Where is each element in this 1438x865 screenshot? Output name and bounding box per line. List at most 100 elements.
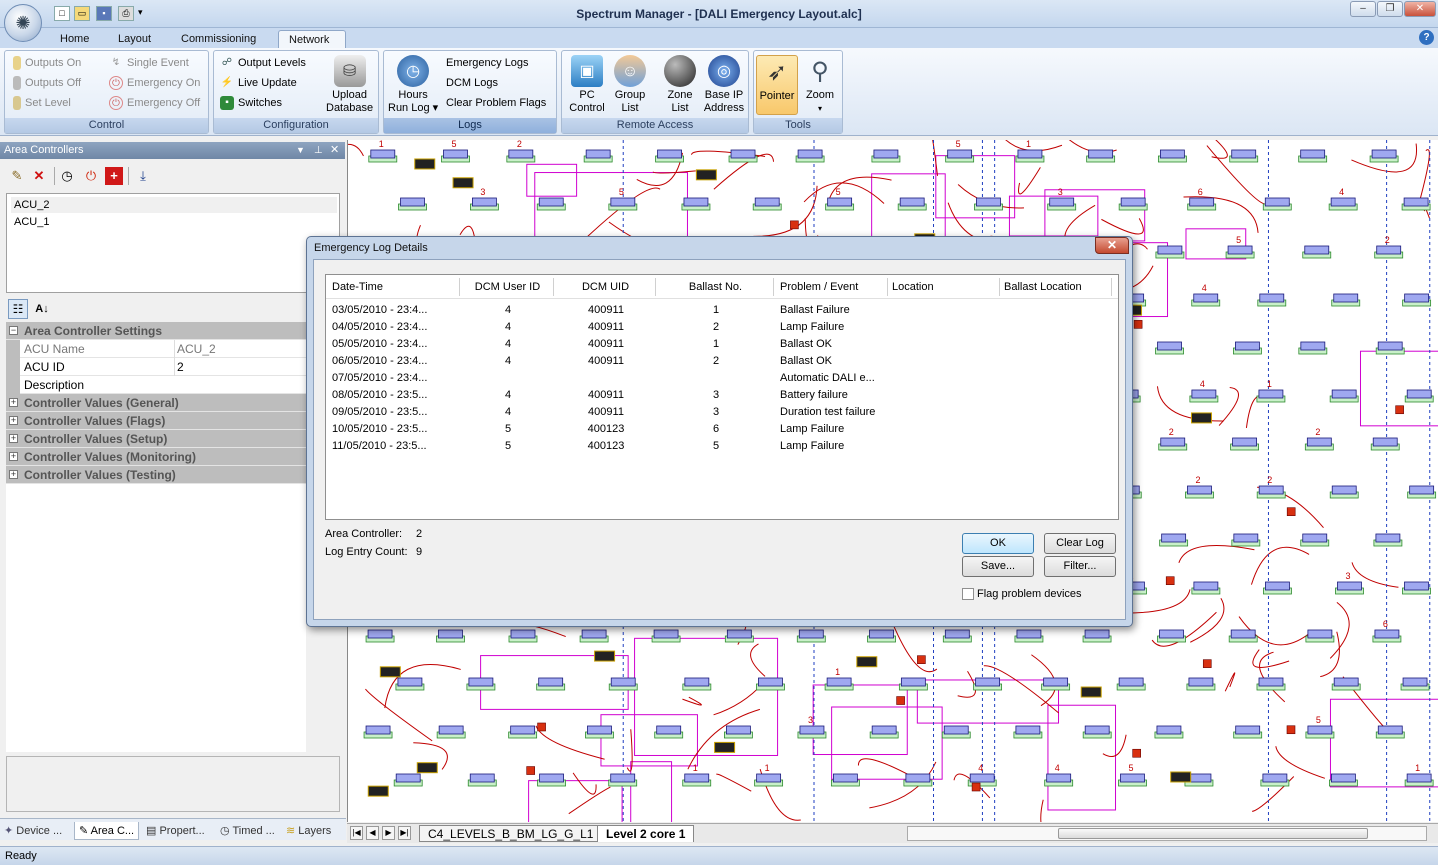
expand-icon[interactable]: +: [9, 416, 18, 425]
ok-button[interactable]: OK: [962, 533, 1034, 554]
quick-access-dropdown-icon[interactable]: ▾: [138, 7, 143, 18]
categorized-view-icon[interactable]: ☷: [8, 299, 28, 319]
tab-device[interactable]: ✦ Device ...: [4, 822, 62, 840]
clear-problem-flags-button[interactable]: Clear Problem Flags: [446, 93, 546, 113]
next-sheet-icon[interactable]: ▶: [382, 826, 395, 840]
tab-layout[interactable]: Layout: [108, 30, 161, 48]
sheet-tab-level-2-core-1[interactable]: Level 2 core 1: [597, 825, 695, 842]
table-row[interactable]: 05/05/2010 - 23:4... 4 400911 1 Ballast OK: [326, 336, 1118, 353]
maximize-icon[interactable]: ❐: [1377, 1, 1403, 17]
pin-icon[interactable]: ⊥: [314, 142, 323, 159]
table-row[interactable]: 03/05/2010 - 23:4... 4 400911 1 Ballast Fail…: [326, 302, 1118, 319]
collapse-icon[interactable]: −: [9, 326, 18, 335]
application-menu-button[interactable]: ✺: [4, 4, 42, 42]
base-ip-address-button[interactable]: ◎ Base IP Address: [702, 55, 746, 115]
emergency-on-button[interactable]: ⏻ Emergency On: [109, 73, 200, 93]
table-row[interactable]: 08/05/2010 - 23:5... 4 400911 3 Battery fail…: [326, 387, 1118, 404]
category-row[interactable]: + Controller Values (General): [6, 394, 306, 412]
medical-cross-icon[interactable]: +: [105, 167, 123, 185]
switches-button[interactable]: ▪ Switches: [220, 93, 306, 113]
outputs-on-button[interactable]: Outputs On: [13, 53, 81, 73]
table-row[interactable]: 06/05/2010 - 23:4... 4 400911 2 Ballast OK: [326, 353, 1118, 370]
set-level-button[interactable]: Set Level: [13, 93, 81, 113]
settings-category[interactable]: − Area Controller Settings: [6, 322, 306, 340]
tab-commissioning[interactable]: Commissioning: [171, 30, 266, 48]
table-row[interactable]: 07/05/2010 - 23:4... Automatic DALI e...: [326, 370, 1118, 387]
close-icon[interactable]: ✕: [1404, 1, 1436, 17]
column-header[interactable]: DCM UID: [556, 278, 656, 296]
tab-timed[interactable]: ◷ Timed ...: [220, 822, 275, 840]
help-icon[interactable]: ?: [1419, 30, 1434, 45]
prev-sheet-icon[interactable]: ◀: [366, 826, 379, 840]
column-header[interactable]: Problem / Event: [780, 278, 888, 296]
tab-home[interactable]: Home: [50, 30, 99, 48]
hours-run-log-button[interactable]: ◷ Hours Run Log ▾: [388, 55, 438, 115]
tab-properties[interactable]: ▤ Propert...: [146, 822, 205, 840]
dialog-close-icon[interactable]: ✕: [1095, 237, 1129, 254]
category-row[interactable]: + Controller Values (Monitoring): [6, 448, 306, 466]
panel-dropdown-icon[interactable]: ▼: [296, 142, 305, 159]
column-header[interactable]: Ballast Location: [1004, 278, 1112, 296]
clear-log-button[interactable]: Clear Log: [1044, 533, 1116, 554]
new-file-icon[interactable]: □: [54, 6, 70, 21]
group-list-button[interactable]: ☺ Group List: [610, 55, 650, 115]
outputs-off-button[interactable]: Outputs Off: [13, 73, 81, 93]
scrollbar-thumb[interactable]: [1058, 828, 1368, 839]
category-row[interactable]: + Controller Values (Flags): [6, 412, 306, 430]
tab-network[interactable]: Network: [278, 30, 346, 48]
pc-control-button[interactable]: ▣ PC Control: [566, 55, 608, 115]
emergency-logs-button[interactable]: Emergency Logs: [446, 53, 546, 73]
column-header[interactable]: Date-Time: [332, 278, 460, 296]
download-icon[interactable]: ⤓: [134, 167, 152, 185]
table-row[interactable]: 09/05/2010 - 23:5... 4 400911 3 Duration tes…: [326, 404, 1118, 421]
property-row[interactable]: ACU Name ACU_2: [6, 340, 306, 358]
column-header[interactable]: Ballast No.: [658, 278, 774, 296]
emergency-off-button[interactable]: ⏻ Emergency Off: [109, 93, 200, 113]
property-row[interactable]: ACU ID 2: [6, 358, 306, 376]
expand-icon[interactable]: +: [9, 398, 18, 407]
plan-mark: [1189, 197, 1215, 207]
last-sheet-icon[interactable]: ▶|: [398, 826, 411, 840]
table-row[interactable]: 04/05/2010 - 23:4... 4 400911 2 Lamp Failure: [326, 319, 1118, 336]
property-row[interactable]: Description: [6, 376, 306, 394]
category-row[interactable]: + Controller Values (Testing): [6, 466, 306, 484]
timer-icon[interactable]: ◷: [58, 167, 76, 185]
filter-button[interactable]: Filter...: [1044, 556, 1116, 577]
table-row[interactable]: 11/05/2010 - 23:5... 5 400123 5 Lamp Failure: [326, 438, 1118, 455]
column-header[interactable]: DCM User ID: [462, 278, 554, 296]
horizontal-scrollbar[interactable]: [907, 826, 1427, 841]
output-levels-icon: ☍: [221, 57, 233, 68]
open-folder-icon[interactable]: ▭: [74, 6, 90, 21]
list-item[interactable]: ACU_2: [11, 197, 337, 213]
sheet-tab-levels[interactable]: C4_LEVELS_B_BM_LG_G_L1: [419, 825, 603, 842]
flag-problem-devices-checkbox[interactable]: [962, 588, 974, 600]
table-row[interactable]: 10/05/2010 - 23:5... 5 400123 6 Lamp Failure: [326, 421, 1118, 438]
list-item[interactable]: ACU_1: [11, 214, 337, 230]
tab-area-controllers[interactable]: ✎ Area C...: [74, 822, 140, 840]
category-row[interactable]: + Controller Values (Setup): [6, 430, 306, 448]
print-icon[interactable]: ⎙: [118, 6, 134, 21]
tab-layers[interactable]: ≋ Layers: [286, 822, 331, 840]
dcm-logs-button[interactable]: DCM Logs: [446, 73, 546, 93]
save-button[interactable]: Save...: [962, 556, 1034, 577]
live-update-button[interactable]: ⚡ Live Update: [220, 73, 306, 93]
alphabetical-sort-icon[interactable]: A↓: [32, 299, 52, 319]
zoom-button[interactable]: ⚲ Zoom ▾: [802, 55, 838, 115]
expand-icon[interactable]: +: [9, 452, 18, 461]
output-levels-button[interactable]: ☍ Output Levels: [220, 53, 306, 73]
expand-icon[interactable]: +: [9, 434, 18, 443]
emergency-icon[interactable]: ⏻: [82, 167, 100, 185]
single-event-button[interactable]: ↯ Single Event: [109, 53, 200, 73]
minimize-icon[interactable]: –: [1350, 1, 1376, 17]
column-header[interactable]: Location: [892, 278, 1000, 296]
connect-icon[interactable]: ✎: [8, 167, 26, 185]
panel-close-icon[interactable]: ✕: [330, 142, 339, 159]
property-value[interactable]: 2: [174, 358, 184, 376]
zone-list-button[interactable]: Zone List: [660, 55, 700, 115]
expand-icon[interactable]: +: [9, 470, 18, 479]
delete-icon[interactable]: ✕: [30, 167, 48, 185]
first-sheet-icon[interactable]: |◀: [350, 826, 363, 840]
pointer-button[interactable]: ➶ Pointer: [756, 55, 798, 115]
upload-database-button[interactable]: ⛁ Upload Database: [326, 55, 373, 115]
save-icon[interactable]: ▪: [96, 6, 112, 21]
